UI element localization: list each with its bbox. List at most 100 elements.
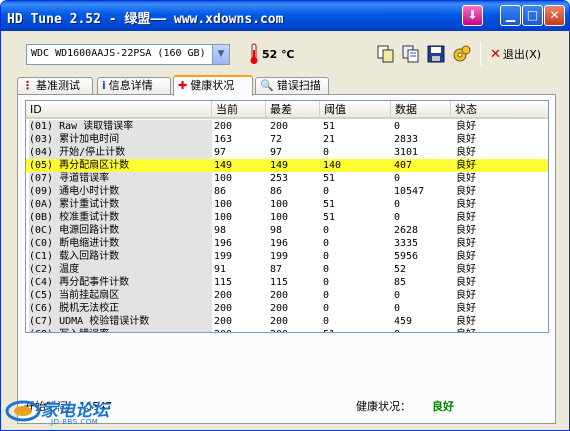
attr-status-cell: 良好 <box>456 147 476 158</box>
table-row[interactable]: (C6) 脱机无法校正 200 200 0 0 良好 <box>26 302 548 315</box>
attr-data-cell: 0 <box>394 199 401 210</box>
attr-threshold-cell: 0 <box>323 251 330 262</box>
attr-data-cell: 3335 <box>394 238 419 249</box>
table-row[interactable]: (07) 寻道错误率 100 253 51 0 良好 <box>26 172 548 185</box>
attr-worst-cell: 86 <box>270 186 283 197</box>
attr-id-cell: (C6) 脱机无法校正 <box>29 302 212 315</box>
copy-icon[interactable] <box>376 44 396 64</box>
attr-current-cell: 200 <box>214 121 233 132</box>
table-row[interactable]: (0C) 电源回路计数 98 98 0 2628 良好 <box>26 224 548 237</box>
attr-status-cell: 良好 <box>456 173 476 184</box>
attr-id-cell: (0C) 电源回路计数 <box>29 224 212 237</box>
table-row[interactable]: (C1) 载入回路计数 199 199 0 5956 良好 <box>26 250 548 263</box>
attr-data-cell: 52 <box>394 264 407 275</box>
attr-threshold-cell: 51 <box>323 121 336 132</box>
table-row[interactable]: (03) 累计加电时间 163 72 21 2833 良好 <box>26 133 548 146</box>
attr-status-cell: 良好 <box>456 121 476 132</box>
attr-id-cell: (03) 累计加电时间 <box>29 133 212 146</box>
attr-id-cell: (C8) 写入错误率 <box>29 328 212 332</box>
health-panel: ID 当前 最差 阈值 数据 状态 (01) Raw 读取错误率 200 200 51… <box>17 94 556 424</box>
tab-benchmark[interactable]: ⋮ 基准测试 <box>17 77 93 95</box>
download-button[interactable]: ⬇ <box>462 5 483 26</box>
download-arrow-icon: ⬇ <box>467 8 478 22</box>
attr-threshold-cell: 0 <box>323 303 330 314</box>
attr-status-cell: 良好 <box>456 238 476 249</box>
attr-threshold-cell: 0 <box>323 264 330 275</box>
scan-icon: 🔍 <box>260 79 274 92</box>
copy-text-icon[interactable] <box>401 44 421 64</box>
column-header-status[interactable]: 状态 <box>451 101 548 118</box>
attr-status-cell: 良好 <box>456 160 476 171</box>
table-row[interactable]: (C7) UDMA 校验错误计数 200 200 0 459 良好 <box>26 315 548 328</box>
attr-worst-cell: 199 <box>270 251 289 262</box>
attr-threshold-cell: 51 <box>323 173 336 184</box>
attr-current-cell: 163 <box>214 134 233 145</box>
smart-table[interactable]: ID 当前 最差 阈值 数据 状态 (01) Raw 读取错误率 200 200 51… <box>25 100 549 333</box>
table-row[interactable]: (C4) 再分配事件计数 115 115 0 85 良好 <box>26 276 548 289</box>
minimize-button[interactable]: ▁ <box>500 5 521 26</box>
close-button[interactable]: ✕ <box>544 5 565 26</box>
title-bar[interactable]: HD Tune 2.52 - 绿盟—— www.xdowns.com ⬇ ▁ □… <box>1 1 569 31</box>
attr-data-cell: 2628 <box>394 225 419 236</box>
table-row[interactable]: (0A) 累计重试计数 100 100 51 0 良好 <box>26 198 548 211</box>
watermark-logo: 家电论坛 JD-BBS.COM <box>5 393 131 429</box>
attr-threshold-cell: 0 <box>323 277 330 288</box>
attr-current-cell: 200 <box>214 316 233 327</box>
attr-threshold-cell: 21 <box>323 134 336 145</box>
attr-current-cell: 100 <box>214 212 233 223</box>
attr-data-cell: 407 <box>394 160 413 171</box>
table-row[interactable]: (C8) 写入错误率200200510良好 <box>26 328 548 332</box>
attr-id-cell: (01) Raw 读取错误率 <box>29 120 212 133</box>
minimize-icon: ▁ <box>505 8 516 22</box>
table-body: (01) Raw 读取错误率 200 200 51 0 良好 (03) 累计加电时间 163 7… <box>26 120 548 332</box>
table-row[interactable]: (05) 再分配扇区计数 149 149 140 407 良好 <box>26 159 548 172</box>
table-row[interactable]: (04) 开始/停止计数 97 97 0 3101 良好 <box>26 146 548 159</box>
exit-button[interactable]: ✕ 退出(X) <box>490 46 541 64</box>
attr-worst-cell: 100 <box>270 199 289 210</box>
options-icon[interactable] <box>452 44 472 64</box>
table-row[interactable]: (09) 通电小时计数 86 86 0 10547 良好 <box>26 185 548 198</box>
attr-current-cell: 200 <box>214 290 233 301</box>
attr-id-cell: (0A) 累计重试计数 <box>29 198 212 211</box>
attr-id-cell: (C7) UDMA 校验错误计数 <box>29 315 212 328</box>
attr-current-cell: 199 <box>214 251 233 262</box>
column-header-threshold[interactable]: 阈值 <box>320 101 391 118</box>
maximize-button[interactable]: □ <box>522 5 543 26</box>
attr-worst-cell: 200 <box>270 316 289 327</box>
chevron-down-icon[interactable]: ▼ <box>212 45 229 64</box>
attr-data-cell: 85 <box>394 277 407 288</box>
tab-info[interactable]: i 信息详情 <box>97 77 171 95</box>
column-header-current[interactable]: 当前 <box>212 101 266 118</box>
table-row[interactable]: (C2) 温度 91 87 0 52 良好 <box>26 263 548 276</box>
watermark-subtext: JD-BBS.COM <box>51 418 99 426</box>
tab-info-label: 信息详情 <box>108 79 153 92</box>
column-header-data[interactable]: 数据 <box>391 101 451 118</box>
table-row[interactable]: (C0) 断电缩进计数 196 196 0 3335 良好 <box>26 237 548 250</box>
attr-id-cell: (C5) 当前挂起扇区 <box>29 289 212 302</box>
attr-status-cell: 良好 <box>456 264 476 275</box>
attr-current-cell: 86 <box>214 186 227 197</box>
attr-current-cell: 100 <box>214 199 233 210</box>
attr-status-cell: 良好 <box>456 134 476 145</box>
tab-health[interactable]: ✚ 健康状况 <box>173 75 253 96</box>
table-row[interactable]: (01) Raw 读取错误率 200 200 51 0 良好 <box>26 120 548 133</box>
benchmark-icon: ⋮ <box>22 79 33 92</box>
tab-error-scan[interactable]: 🔍 错误扫描 <box>255 77 329 95</box>
column-header-id[interactable]: ID <box>26 101 212 118</box>
drive-select[interactable]: WDC WD1600AAJS-22PSA (160 GB) ▼ <box>26 44 230 65</box>
toolbar-separator <box>480 42 481 66</box>
attr-worst-cell: 72 <box>270 134 283 145</box>
attr-data-cell: 3101 <box>394 147 419 158</box>
exit-label: 退出(X) <box>502 48 542 61</box>
attr-id-cell: (0B) 校准重试计数 <box>29 211 212 224</box>
attr-threshold-cell: 0 <box>323 316 330 327</box>
attr-data-cell: 0 <box>394 121 401 132</box>
save-icon[interactable] <box>426 44 446 64</box>
attr-status-cell: 良好 <box>456 290 476 301</box>
column-header-worst[interactable]: 最差 <box>266 101 320 118</box>
health-status-label: 健康状况： <box>356 400 411 413</box>
table-row[interactable]: (C5) 当前挂起扇区 200 200 0 0 良好 <box>26 289 548 302</box>
attr-worst-cell: 196 <box>270 238 289 249</box>
attr-threshold-cell: 51 <box>323 212 336 223</box>
table-row[interactable]: (0B) 校准重试计数 100 100 51 0 良好 <box>26 211 548 224</box>
